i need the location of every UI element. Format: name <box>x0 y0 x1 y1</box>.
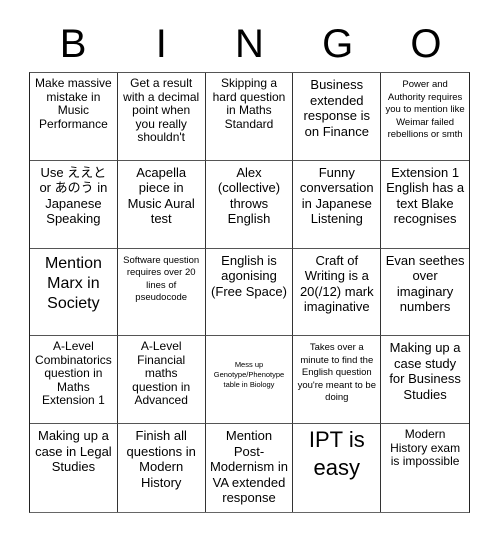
bingo-cell[interactable]: Business extended response is on Finance <box>293 73 382 161</box>
bingo-cell-text: Mess up Genotype/Phenotype table in Biol… <box>213 360 285 390</box>
bingo-cell[interactable]: Make massive mistake in Music Performanc… <box>30 73 118 161</box>
header-letter-i: I <box>155 22 167 66</box>
bingo-cell-text: Evan seethes over imaginary numbers <box>385 252 465 315</box>
bingo-cell-text: Making up a case in Legal Studies <box>35 428 112 475</box>
bingo-cell[interactable]: Alex (collective) throws English <box>205 160 294 249</box>
bingo-cell-text: A-Level Financial maths question in Adva… <box>132 339 191 408</box>
header-letter-b: B <box>59 22 87 66</box>
header-letter-n: N <box>235 22 264 66</box>
bingo-cell-text: Skipping a hard question in Maths Standa… <box>212 76 286 131</box>
bingo-cell[interactable]: Evan seethes over imaginary numbers <box>381 249 469 337</box>
bingo-cell-text: Mention Post-Modernism in VA extended re… <box>209 428 288 506</box>
bingo-cell-text: Acapella piece in Music Aural test <box>127 164 195 227</box>
bingo-cell-text: Use ええと or あのう in Japanese Speaking <box>39 164 108 227</box>
bingo-cell-text: A-Level Combinatorics question in Maths … <box>35 339 112 408</box>
bingo-cell[interactable]: Mention Marx in Society <box>30 248 118 337</box>
bingo-cell[interactable]: Mention Post-Modernism in VA extended re… <box>206 424 294 512</box>
bingo-cell[interactable]: Skipping a hard question in Maths Standa… <box>205 73 294 161</box>
bingo-cell[interactable]: Use ええと or あのう in Japanese Speaking <box>30 160 118 249</box>
bingo-cell-text: IPT is easy <box>308 427 365 481</box>
bingo-cell[interactable]: Making up a case study for Business Stud… <box>381 336 469 425</box>
bingo-cell-text: English is agonising (Free Space) <box>211 252 287 299</box>
bingo-cell-text: Get a result with a decimal point when y… <box>123 76 200 144</box>
bingo-cell[interactable]: Acapella piece in Music Aural test <box>117 160 206 249</box>
bingo-header: B I N G O <box>29 18 470 70</box>
bingo-cell-text: Power and Authority requires you to ment… <box>385 79 465 140</box>
bingo-cell[interactable]: Modern History exam is impossible <box>381 424 469 512</box>
bingo-cell-text: Finish all questions in Modern History <box>126 428 196 490</box>
bingo-cell[interactable]: Software question requires over 20 lines… <box>117 248 206 337</box>
bingo-grid: Make massive mistake in Music Performanc… <box>29 72 470 513</box>
bingo-cell-text: Software question requires over 20 lines… <box>123 254 200 304</box>
bingo-cell[interactable]: Mess up Genotype/Phenotype table in Biol… <box>205 336 294 425</box>
bingo-cell-text: Mention Marx in Society <box>44 254 102 312</box>
bingo-cell-text: Making up a case study for Business Stud… <box>389 340 461 402</box>
bingo-cell[interactable]: Takes over a minute to find the English … <box>293 336 382 425</box>
bingo-cell-text: Takes over a minute to find the English … <box>297 342 376 404</box>
header-letter-o: O <box>410 22 442 66</box>
bingo-cell-text: Funny conversation in Japanese Listening <box>299 164 374 227</box>
bingo-cell[interactable]: Extension 1 English has a text Blake rec… <box>381 161 469 249</box>
bingo-cell-text: Business extended response is on Finance <box>303 77 371 139</box>
bingo-free-space-cell[interactable]: English is agonising (Free Space) <box>205 248 294 337</box>
bingo-cell[interactable]: IPT is easy <box>293 424 382 512</box>
bingo-cell[interactable]: A-Level Combinatorics question in Maths … <box>30 336 118 425</box>
bingo-cell-text: Make massive mistake in Music Performanc… <box>35 76 112 131</box>
header-letter-g: G <box>322 22 354 66</box>
bingo-cell-text: Alex (collective) throws English <box>217 164 281 227</box>
bingo-cell-text: Modern History exam is impossible <box>390 427 461 469</box>
bingo-cell-text: Craft of Writing is a 20(/12) mark imagi… <box>299 252 374 315</box>
bingo-cell[interactable]: A-Level Financial maths question in Adva… <box>117 336 206 425</box>
bingo-cell[interactable]: Making up a case in Legal Studies <box>30 424 118 512</box>
bingo-cell[interactable]: Funny conversation in Japanese Listening <box>293 160 382 249</box>
bingo-cell-text: Extension 1 English has a text Blake rec… <box>386 164 465 227</box>
bingo-cell[interactable]: Finish all questions in Modern History <box>118 424 206 512</box>
bingo-cell[interactable]: Get a result with a decimal point when y… <box>117 73 206 161</box>
bingo-cell[interactable]: Craft of Writing is a 20(/12) mark imagi… <box>293 248 382 337</box>
bingo-cell[interactable]: Power and Authority requires you to ment… <box>381 73 469 161</box>
